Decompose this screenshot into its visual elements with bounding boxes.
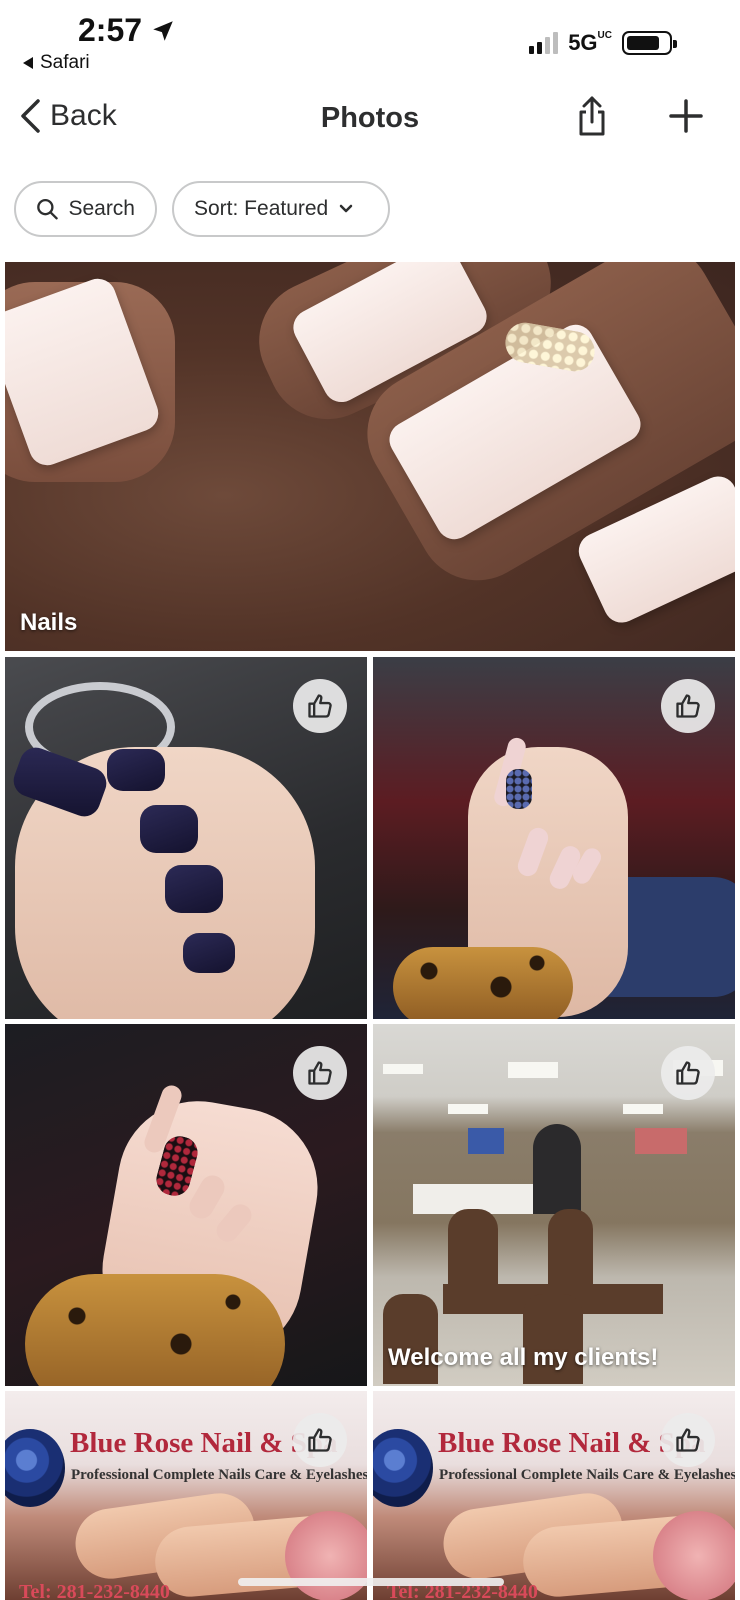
chevron-left-icon (21, 99, 40, 133)
photo-tile[interactable]: Blue Rose Nail & Spa Professional Comple… (5, 1391, 367, 1600)
photo-tile[interactable] (5, 657, 367, 1019)
photo-tile[interactable] (5, 1024, 367, 1386)
like-button[interactable] (293, 679, 347, 733)
signal-icon (529, 32, 559, 54)
thumbs-up-icon (676, 1061, 700, 1085)
status-bar: 2:57 Safari 5GUC (0, 0, 740, 80)
rose-logo (5, 1429, 65, 1507)
photo-tile[interactable]: Nails (5, 262, 735, 651)
photo-tile[interactable]: Blue Rose Nail & Spa Professional Comple… (373, 1391, 735, 1600)
thumbs-up-icon (308, 1061, 332, 1085)
search-icon (37, 198, 58, 220)
battery-icon (622, 31, 677, 55)
share-button[interactable] (572, 94, 612, 138)
thumbs-up-icon (676, 1428, 700, 1452)
rose-logo (373, 1429, 433, 1507)
like-button[interactable] (293, 1413, 347, 1467)
search-button[interactable]: Search (14, 181, 157, 237)
back-button[interactable]: Back (18, 98, 117, 134)
location-arrow-icon (153, 20, 173, 41)
sort-label: Sort: Featured (194, 197, 329, 220)
thumbs-up-icon (676, 694, 700, 718)
photo-caption: Welcome all my clients! (388, 1344, 659, 1371)
filter-bar: Search Sort: Featured (14, 181, 390, 237)
photo-tile[interactable]: Welcome all my clients! (373, 1024, 735, 1386)
back-triangle-icon (23, 57, 33, 69)
like-button[interactable] (661, 1046, 715, 1100)
time-text: 2:57 (78, 12, 143, 48)
status-indicators: 5GUC (529, 30, 677, 56)
home-indicator[interactable] (238, 1578, 504, 1586)
network-type: 5GUC (568, 30, 612, 55)
share-icon (579, 96, 605, 136)
plus-icon (669, 99, 703, 133)
search-label: Search (68, 197, 135, 220)
flyer-subtitle: Professional Complete Nails Care & Eyela… (439, 1467, 735, 1483)
like-button[interactable] (661, 679, 715, 733)
add-photo-button[interactable] (666, 96, 706, 136)
flyer-subtitle: Professional Complete Nails Care & Eyela… (71, 1467, 367, 1483)
thumbs-up-icon (308, 694, 332, 718)
nav-bar: Back Photos (0, 88, 740, 152)
status-time: 2:57 (78, 12, 176, 49)
back-to-safari-link[interactable]: Safari (22, 52, 90, 74)
like-button[interactable] (661, 1413, 715, 1467)
chevron-down-icon (339, 204, 353, 213)
photo-caption: Nails (20, 609, 78, 636)
sort-dropdown[interactable]: Sort: Featured (172, 181, 390, 237)
photo-tile[interactable] (373, 657, 735, 1019)
back-label: Back (50, 99, 117, 132)
like-button[interactable] (293, 1046, 347, 1100)
flyer-phone: Tel: 281-232-8440 (19, 1581, 170, 1600)
thumbs-up-icon (308, 1428, 332, 1452)
photo-image (5, 262, 735, 651)
back-app-label: Safari (40, 52, 90, 73)
